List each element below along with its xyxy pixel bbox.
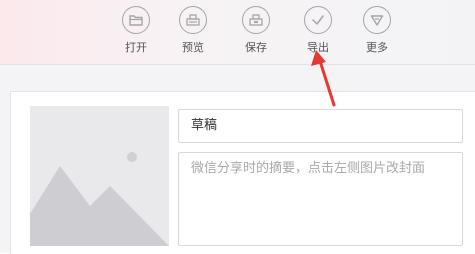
title-input[interactable]: 草稿 <box>178 109 463 143</box>
save-icon <box>242 6 270 34</box>
summary-textarea[interactable]: 微信分享时的摘要，点击左侧图片改封面 <box>178 152 463 246</box>
annotation-arrow-icon <box>311 50 336 107</box>
left-gutter <box>0 91 10 253</box>
check-icon <box>304 6 332 34</box>
triangle-down-icon <box>363 6 391 34</box>
open-label: 打开 <box>125 41 147 54</box>
image-placeholder-icon <box>30 106 169 246</box>
preview-button[interactable]: 预览 <box>173 6 213 62</box>
cover-image-picker[interactable] <box>30 106 169 246</box>
toolbar: 打开 预览 保存 导出 更多 <box>0 0 475 65</box>
preview-label: 预览 <box>182 41 204 54</box>
folder-icon <box>122 6 150 34</box>
more-button[interactable]: 更多 <box>357 6 397 62</box>
more-label: 更多 <box>366 41 388 54</box>
open-button[interactable]: 打开 <box>116 6 156 62</box>
toolbar-spacer <box>0 65 475 91</box>
preview-icon <box>179 6 207 34</box>
save-label: 保存 <box>245 41 267 54</box>
save-button[interactable]: 保存 <box>236 6 276 62</box>
